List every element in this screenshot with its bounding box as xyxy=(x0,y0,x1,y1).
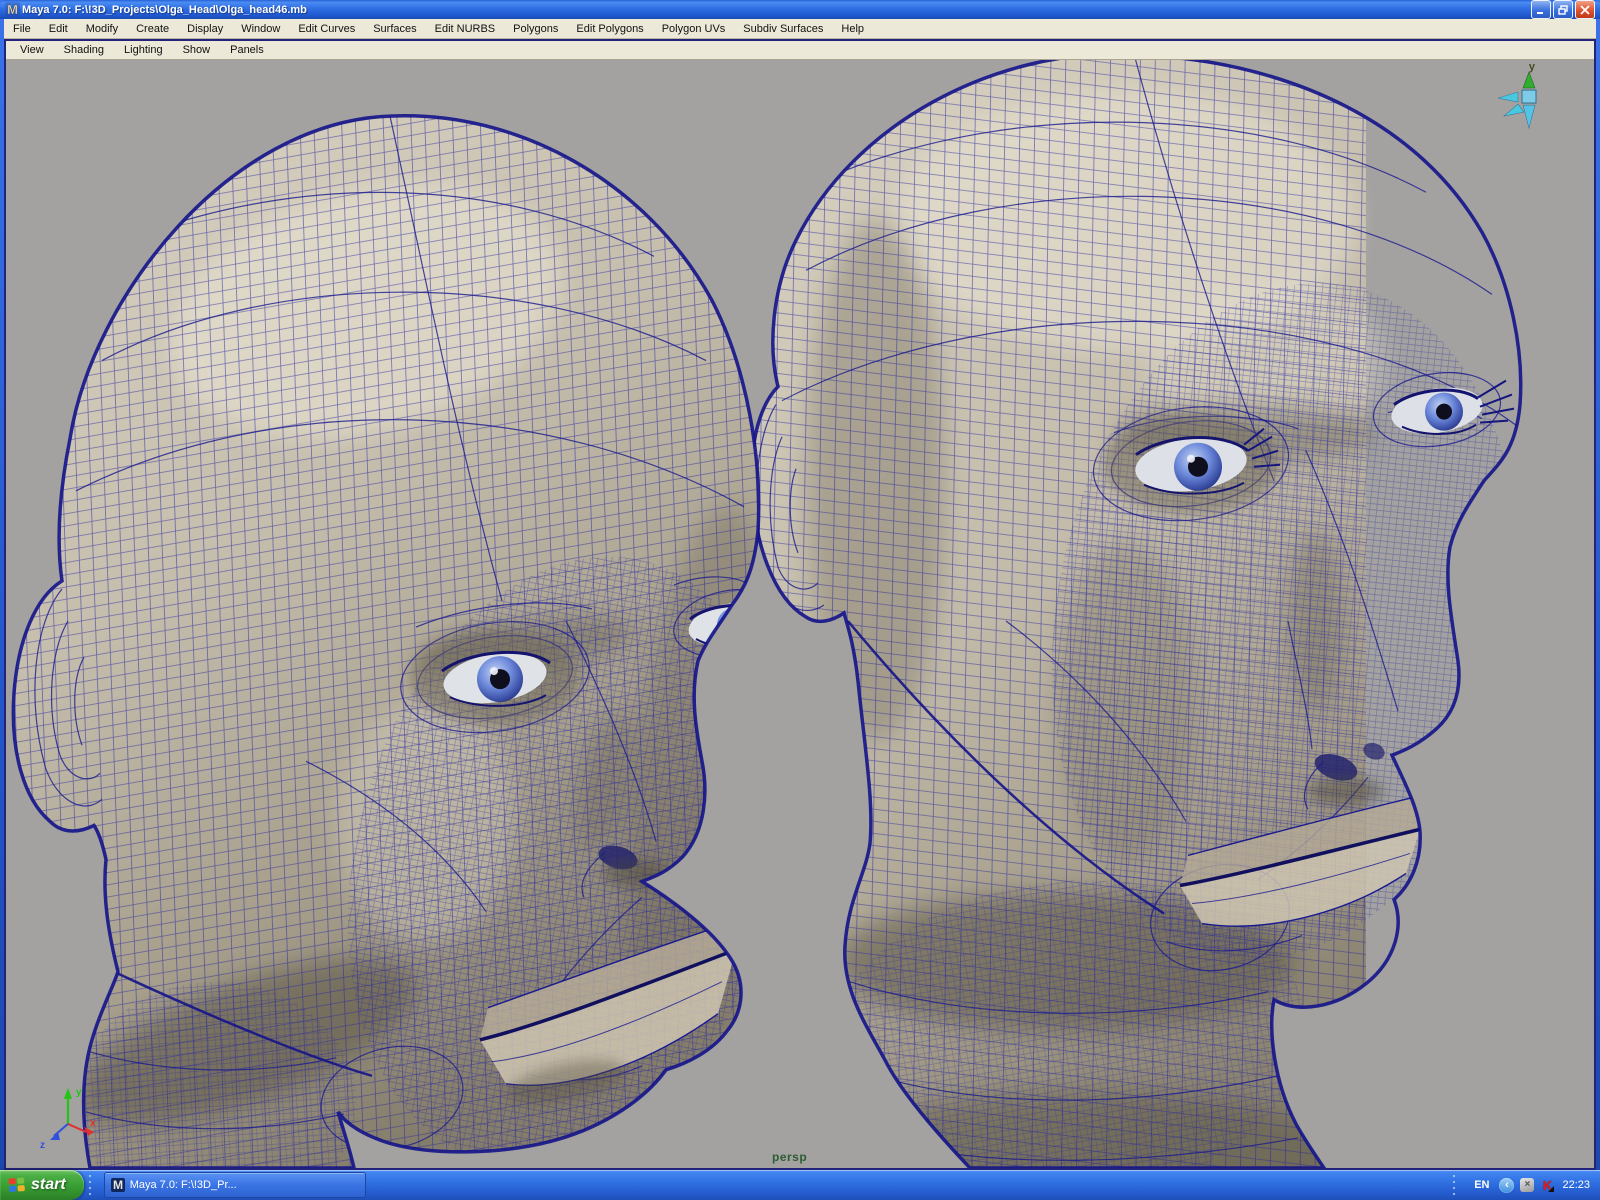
quick-launch-grip[interactable] xyxy=(88,1174,96,1196)
menu-modify[interactable]: Modify xyxy=(77,21,127,37)
taskbar-clock[interactable]: 22:23 xyxy=(1562,1179,1590,1191)
svg-text:x: x xyxy=(90,1118,96,1129)
svg-text:y: y xyxy=(1529,61,1536,73)
panel-menu-panels[interactable]: Panels xyxy=(220,43,274,57)
svg-text:z: z xyxy=(40,1140,45,1151)
maya-window: M Maya 7.0: F:\!3D_Projects\Olga_Head\Ol… xyxy=(0,0,1600,1170)
menu-edit-polygons[interactable]: Edit Polygons xyxy=(567,21,652,37)
taskbar-maya-button[interactable]: M Maya 7.0: F:\!3D_Pr... xyxy=(104,1172,366,1198)
panel-menu-show[interactable]: Show xyxy=(173,43,221,57)
menu-surfaces[interactable]: Surfaces xyxy=(364,21,425,37)
menu-display[interactable]: Display xyxy=(178,21,232,37)
menu-window[interactable]: Window xyxy=(232,21,289,37)
window-title: Maya 7.0: F:\!3D_Projects\Olga_Head\Olga… xyxy=(22,4,307,16)
menu-file[interactable]: File xyxy=(4,21,40,37)
start-button[interactable]: start xyxy=(0,1170,84,1200)
task-button-label: Maya 7.0: F:\!3D_Pr... xyxy=(130,1179,237,1191)
viewport-canvas[interactable]: y y x z xyxy=(6,60,1594,1168)
move-manipulator[interactable]: y xyxy=(1498,61,1536,128)
menu-edit-nurbs[interactable]: Edit NURBS xyxy=(426,21,505,37)
menu-edit[interactable]: Edit xyxy=(40,21,77,37)
panel-menu-view[interactable]: View xyxy=(10,43,54,57)
menu-help[interactable]: Help xyxy=(832,21,873,37)
menu-polygons[interactable]: Polygons xyxy=(504,21,567,37)
main-menubar: File Edit Modify Create Display Window E… xyxy=(4,19,1596,39)
menu-subdiv-surfaces[interactable]: Subdiv Surfaces xyxy=(734,21,832,37)
panel-menu-lighting[interactable]: Lighting xyxy=(114,43,173,57)
right-head-model[interactable] xyxy=(726,60,1572,1168)
system-tray: EN ‹ × K 22:23 xyxy=(1448,1170,1600,1200)
windows-flag-icon xyxy=(8,1177,26,1193)
start-label: start xyxy=(31,1176,66,1194)
svg-text:M: M xyxy=(7,2,18,17)
hide-inactive-icons-button[interactable]: ‹ xyxy=(1499,1178,1514,1193)
panel-menu-shading[interactable]: Shading xyxy=(54,43,114,57)
tray-grip xyxy=(1452,1174,1460,1196)
panel-menubar: View Shading Lighting Show Panels xyxy=(6,41,1594,60)
restore-button[interactable] xyxy=(1553,0,1573,19)
minimize-icon xyxy=(1536,5,1546,15)
window-titlebar[interactable]: M Maya 7.0: F:\!3D_Projects\Olga_Head\Ol… xyxy=(0,0,1600,19)
tray-icon-disconnected[interactable]: × xyxy=(1520,1178,1534,1192)
taskbar: start M Maya 7.0: F:\!3D_Pr... EN ‹ × K … xyxy=(0,1170,1600,1200)
camera-label: persp xyxy=(772,1150,807,1164)
svg-text:y: y xyxy=(76,1087,82,1098)
left-head-model[interactable] xyxy=(6,100,849,1168)
perspective-view-panel: View Shading Lighting Show Panels xyxy=(4,39,1596,1170)
menu-edit-curves[interactable]: Edit Curves xyxy=(289,21,364,37)
minimize-button[interactable] xyxy=(1531,0,1551,19)
tray-icon-antivirus[interactable]: K xyxy=(1540,1178,1554,1192)
maya-task-icon: M xyxy=(111,1178,125,1192)
maya-app-icon: M xyxy=(5,2,20,17)
close-icon xyxy=(1580,5,1590,15)
menu-create[interactable]: Create xyxy=(127,21,178,37)
svg-text:M: M xyxy=(113,1178,123,1192)
close-button[interactable] xyxy=(1575,0,1595,19)
restore-icon xyxy=(1558,5,1568,15)
menu-polygon-uvs[interactable]: Polygon UVs xyxy=(653,21,735,37)
language-indicator[interactable]: EN xyxy=(1470,1178,1493,1192)
